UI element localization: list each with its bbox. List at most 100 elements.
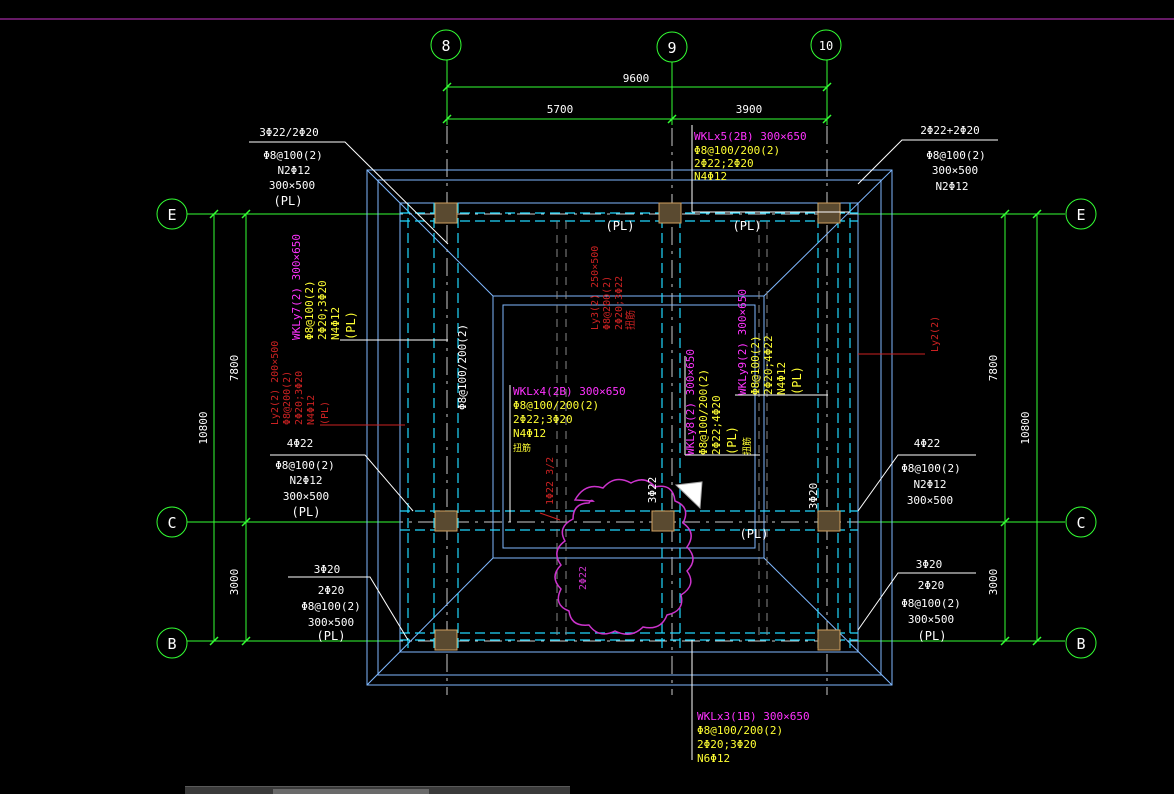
beam-centerlines <box>400 203 858 652</box>
svg-text:WKLy9(2) 300×650: WKLy9(2) 300×650 <box>736 289 749 395</box>
svg-text:N4Φ12: N4Φ12 <box>306 395 317 425</box>
svg-text:3Φ22/2Φ20: 3Φ22/2Φ20 <box>259 126 319 139</box>
svg-text:2Φ20;4Φ22: 2Φ20;4Φ22 <box>762 335 775 395</box>
pl-label-top-left: (PL) <box>606 219 635 233</box>
axis-label-9: 9 <box>667 39 676 57</box>
svg-text:WKLx3(1B) 300×650: WKLx3(1B) 300×650 <box>697 710 810 723</box>
note-middle-left: 4Φ22 Φ8@100(2) N2Φ12 300×500 (PL) <box>275 437 335 519</box>
svg-text:300×500: 300×500 <box>269 179 315 192</box>
axis-label-8: 8 <box>441 37 450 55</box>
note-3phi22-vertical: 3Φ22 <box>646 477 659 504</box>
svg-text:300×500: 300×500 <box>932 164 978 177</box>
svg-text:300×500: 300×500 <box>283 490 329 503</box>
note-stirrup-vertical: Φ8@100/200(2) <box>456 324 469 410</box>
svg-text:Φ8@100/200(2): Φ8@100/200(2) <box>694 144 780 157</box>
svg-text:扭筋: 扭筋 <box>741 437 753 455</box>
svg-text:300×500: 300×500 <box>308 616 354 629</box>
svg-text:Φ8@100(2): Φ8@100(2) <box>263 149 323 162</box>
roof-outline <box>366 169 893 686</box>
svg-text:N4Φ12: N4Φ12 <box>775 362 788 395</box>
svg-text:(PL): (PL) <box>317 629 346 643</box>
scrollbar-thumb[interactable] <box>273 789 429 794</box>
note-red-small: 1Φ22 3/2 <box>545 457 556 505</box>
svg-text:Φ8@100/200(2): Φ8@100/200(2) <box>513 399 599 412</box>
svg-text:N4Φ12: N4Φ12 <box>329 307 342 340</box>
svg-text:扭筋: 扭筋 <box>513 442 531 454</box>
pl-label-top-right: (PL) <box>733 219 762 233</box>
dim-top-total: 9600 <box>623 72 650 85</box>
dim-left-total: 10800 <box>197 411 210 444</box>
note-cloud: 2Φ22 <box>578 566 589 590</box>
svg-text:(PL): (PL) <box>274 194 303 208</box>
svg-text:Ly3(2) 250×500: Ly3(2) 250×500 <box>590 246 601 330</box>
columns <box>434 202 841 651</box>
note-bottom-right: 3Φ20 2Φ20 Φ8@100(2) 300×500 (PL) <box>901 558 961 643</box>
svg-text:Φ8@100(2): Φ8@100(2) <box>749 335 762 395</box>
svg-text:2Φ20: 2Φ20 <box>918 579 945 592</box>
dim-right-total: 10800 <box>1019 411 1032 444</box>
svg-text:2Φ20;3Φ20: 2Φ20;3Φ20 <box>316 280 329 340</box>
svg-text:Φ8@100/200(2): Φ8@100/200(2) <box>697 724 783 737</box>
svg-text:(PL): (PL) <box>344 311 358 340</box>
note-3phi20-vertical: 3Φ20 <box>807 483 820 510</box>
svg-text:N2Φ12: N2Φ12 <box>289 474 322 487</box>
svg-text:3Φ20: 3Φ20 <box>314 563 341 576</box>
dim-top-left: 5700 <box>547 103 574 116</box>
svg-text:2Φ20;3Φ20: 2Φ20;3Φ20 <box>294 371 305 425</box>
tag-ly-right: Ly2(2) <box>930 316 941 352</box>
dim-right-upper: 7800 <box>987 355 1000 382</box>
svg-text:(PL): (PL) <box>292 505 321 519</box>
axis-label-b-left: B <box>167 635 176 653</box>
svg-text:WKLx5(2B) 300×650: WKLx5(2B) 300×650 <box>694 130 807 143</box>
tag-wkly7: WKLy7(2) 300×650 Φ8@100(2) 2Φ20;3Φ20 N4Φ… <box>290 234 358 340</box>
tag-wklx3: WKLx3(1B) 300×650 Φ8@100/200(2) 2Φ20;3Φ2… <box>697 710 810 765</box>
axis-label-e-right: E <box>1076 206 1085 224</box>
cad-drawing-canvas[interactable]: 8 9 10 E C B E C B 9600 5700 3900 7800 1… <box>0 0 1174 793</box>
svg-text:2Φ20: 2Φ20 <box>318 584 345 597</box>
pl-label-mid-right: (PL) <box>740 527 769 541</box>
svg-text:Φ8@100(2): Φ8@100(2) <box>303 280 316 340</box>
axis-label-e-left: E <box>167 206 176 224</box>
svg-text:Φ8@100/200(2): Φ8@100/200(2) <box>697 369 710 455</box>
svg-text:2Φ20;3Φ22: 2Φ20;3Φ22 <box>614 276 625 330</box>
svg-text:300×500: 300×500 <box>907 494 953 507</box>
svg-text:Φ8@100(2): Φ8@100(2) <box>901 597 961 610</box>
svg-text:Φ8@200(2): Φ8@200(2) <box>602 276 613 330</box>
tag-ly2: Ly2(2) 200×500 Φ8@200(2) 2Φ20;3Φ20 N4Φ12… <box>270 341 331 425</box>
dim-top-right: 3900 <box>736 103 763 116</box>
note-top-left: 3Φ22/2Φ20 Φ8@100(2) N2Φ12 300×500 (PL) <box>259 126 323 208</box>
svg-text:2Φ20;3Φ20: 2Φ20;3Φ20 <box>697 738 757 751</box>
axis-label-c-left: C <box>167 514 176 532</box>
svg-text:(PL): (PL) <box>790 366 804 395</box>
svg-text:2Φ22;2Φ20: 2Φ22;2Φ20 <box>694 157 754 170</box>
axis-label-b-right: B <box>1076 635 1085 653</box>
svg-text:N4Φ12: N4Φ12 <box>694 170 727 183</box>
tag-ly3: Ly3(2) 250×500 Φ8@200(2) 2Φ20;3Φ22 扭筋 <box>590 246 637 330</box>
svg-text:(PL): (PL) <box>320 401 331 425</box>
pl-label-bottom-right: (PL) <box>918 629 947 643</box>
note-middle-right: 4Φ22 Φ8@100(2) N2Φ12 300×500 <box>901 437 961 507</box>
tag-wklx5: WKLx5(2B) 300×650 Φ8@100/200(2) 2Φ22;2Φ2… <box>694 130 807 183</box>
svg-text:Φ8@100(2): Φ8@100(2) <box>926 149 986 162</box>
svg-text:WKLy8(2) 300×650: WKLy8(2) 300×650 <box>684 349 697 455</box>
tag-wkly9: WKLy9(2) 300×650 Φ8@100(2) 2Φ20;4Φ22 N4Φ… <box>736 289 804 395</box>
svg-text:300×500: 300×500 <box>908 613 954 626</box>
dim-left-lower: 3000 <box>228 569 241 596</box>
axis-label-c-right: C <box>1076 514 1085 532</box>
svg-text:N2Φ12: N2Φ12 <box>277 164 310 177</box>
svg-text:2Φ22;3Φ20: 2Φ22;3Φ20 <box>513 413 573 426</box>
svg-text:(PL): (PL) <box>725 426 739 455</box>
svg-text:Φ8@200(2): Φ8@200(2) <box>282 371 293 425</box>
svg-text:4Φ22: 4Φ22 <box>287 437 314 450</box>
svg-text:WKLy7(2) 300×650: WKLy7(2) 300×650 <box>290 234 303 340</box>
note-top-right: 2Φ22+2Φ20 Φ8@100(2) 300×500 N2Φ12 <box>920 124 986 193</box>
dim-right-lower: 3000 <box>987 569 1000 596</box>
svg-text:N6Φ12: N6Φ12 <box>697 752 730 765</box>
svg-text:Ly2(2) 200×500: Ly2(2) 200×500 <box>270 341 281 425</box>
svg-text:Φ8@100(2): Φ8@100(2) <box>901 462 961 475</box>
red-leader-lines <box>320 353 925 521</box>
svg-text:2Φ22;4Φ20: 2Φ22;4Φ20 <box>710 395 723 455</box>
svg-text:WKLx4(2B) 300×650: WKLx4(2B) 300×650 <box>513 385 626 398</box>
svg-text:Φ8@100(2): Φ8@100(2) <box>301 600 361 613</box>
svg-text:4Φ22: 4Φ22 <box>914 437 941 450</box>
